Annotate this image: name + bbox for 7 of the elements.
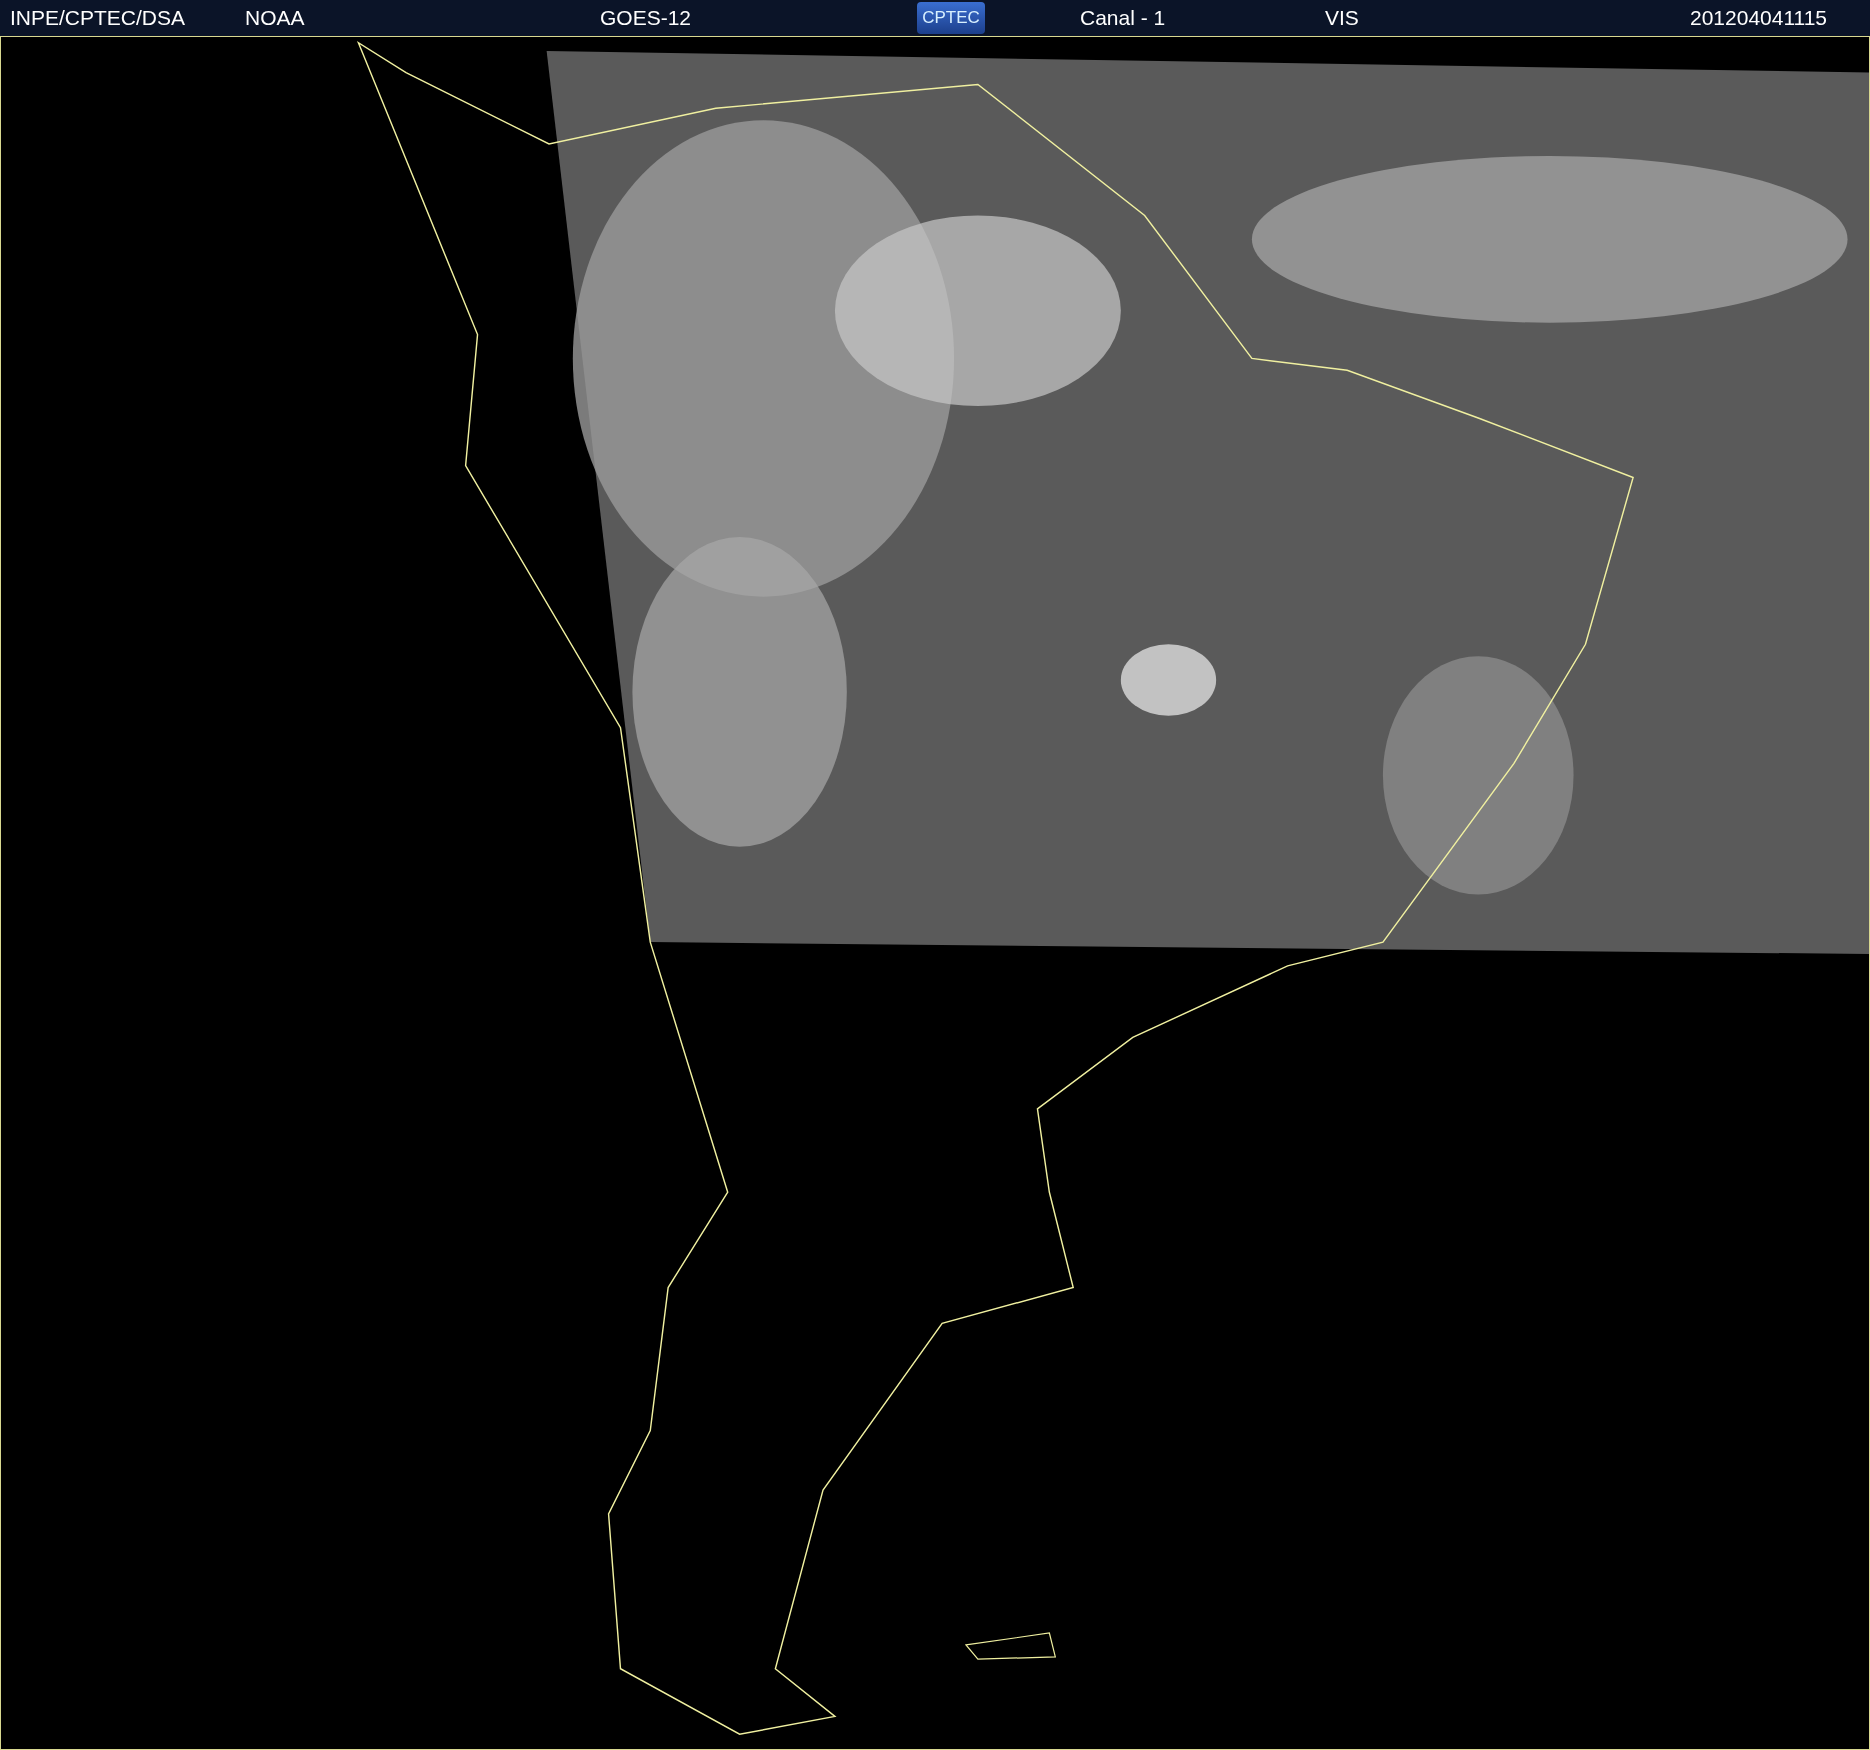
logo: CPTEC	[917, 2, 985, 34]
agency-label: NOAA	[245, 6, 306, 30]
band-label: VIS	[1325, 6, 1360, 30]
channel-label: Canal - 1	[1080, 6, 1167, 30]
source-label: INPE/CPTEC/DSA	[10, 6, 187, 30]
satellite-label: GOES-12	[600, 6, 693, 30]
timestamp-label: 201204041115	[1690, 6, 1828, 30]
